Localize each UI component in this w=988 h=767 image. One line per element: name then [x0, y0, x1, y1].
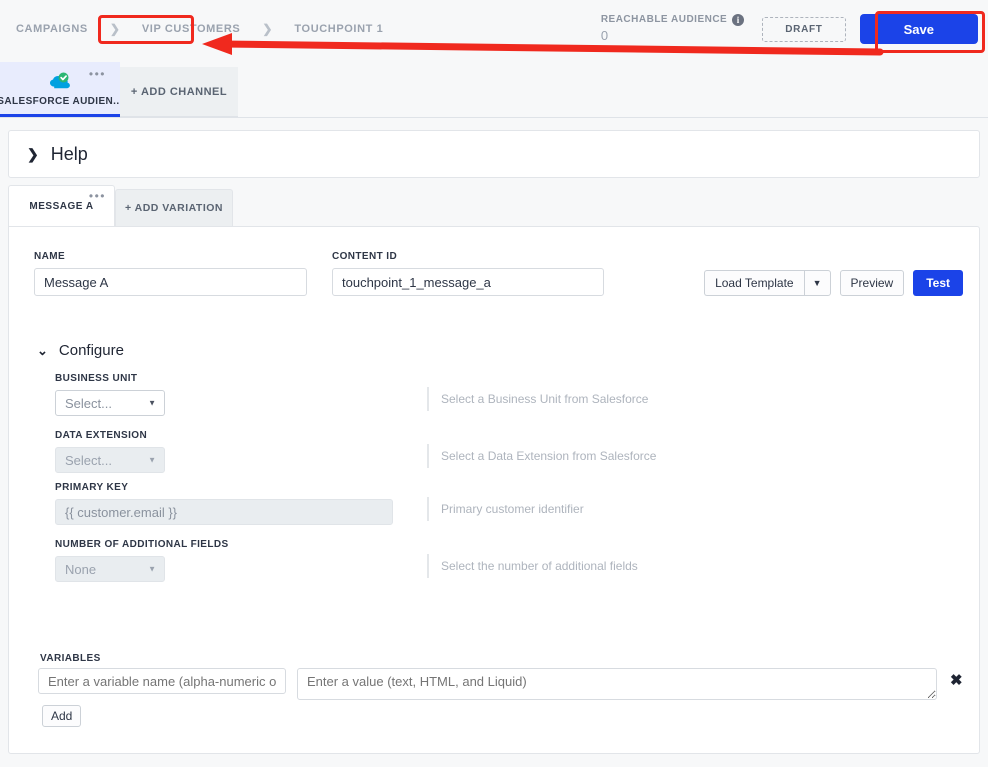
primary-key-field: PRIMARY KEY {{ customer.email }} — [55, 482, 393, 525]
variable-row: ✖ — [38, 668, 963, 700]
variables-label: VARIABLES — [40, 653, 101, 664]
breadcrumb-item-touchpoint-1[interactable]: TOUCHPOINT 1 — [286, 18, 391, 40]
additional-fields-value: None — [65, 561, 97, 577]
content-id-label: CONTENT ID — [332, 251, 398, 262]
breadcrumb: CAMPAIGNS ❯ VIP CUSTOMERS ❯ TOUCHPOINT 1 — [0, 0, 391, 58]
chevron-down-icon: ▼ — [148, 455, 156, 465]
variation-tab-bar: ••• MESSAGE A + ADD VARIATION — [8, 185, 980, 226]
channel-tab-label: SALESFORCE AUDIEN... — [0, 96, 123, 107]
add-channel-label: + ADD CHANNEL — [130, 85, 228, 98]
chevron-down-icon: ▼ — [148, 564, 156, 574]
tab-message-a-label: MESSAGE A — [29, 200, 94, 212]
data-extension-field: DATA EXTENSION Select... ▼ — [55, 430, 165, 473]
data-extension-select[interactable]: Select... ▼ — [55, 447, 165, 473]
primary-key-value: {{ customer.email }} — [65, 504, 178, 520]
primary-key-label: PRIMARY KEY — [55, 482, 129, 493]
save-button[interactable]: Save — [859, 14, 978, 44]
add-channel-button[interactable]: + ADD CHANNEL — [120, 67, 238, 117]
add-variation-label: + ADD VARIATION — [124, 202, 224, 214]
business-unit-label: BUSINESS UNIT — [55, 373, 138, 384]
data-extension-value: Select... — [65, 452, 112, 468]
breadcrumb-item-vip-customers[interactable]: VIP CUSTOMERS — [134, 18, 248, 40]
content-id-input[interactable] — [332, 268, 604, 296]
content-id-field-group: CONTENT ID — [332, 251, 604, 296]
name-label: NAME — [34, 251, 66, 262]
variable-value-input[interactable] — [297, 668, 937, 700]
name-input[interactable] — [34, 268, 307, 296]
reachable-audience-count: 0 — [600, 27, 609, 43]
channel-tab-salesforce-audience[interactable]: ••• SALESFORCE AUDIEN... — [0, 62, 123, 117]
additional-fields-label: NUMBER OF ADDITIONAL FIELDS — [55, 539, 229, 550]
breadcrumb-item-campaigns[interactable]: CAMPAIGNS — [8, 18, 96, 40]
remove-variable-icon[interactable]: ✖ — [948, 668, 963, 694]
data-extension-hint: Select a Data Extension from Salesforce — [427, 444, 656, 468]
chevron-right-icon: ❯ — [109, 22, 120, 36]
business-unit-select[interactable]: Select... ▼ — [55, 390, 165, 416]
data-extension-label: DATA EXTENSION — [55, 430, 148, 441]
name-field-group: NAME — [34, 251, 307, 296]
message-action-buttons: Load Template ▼ Preview Test — [704, 270, 963, 296]
variation-overflow-menu-icon[interactable]: ••• — [89, 190, 106, 202]
business-unit-field: BUSINESS UNIT Select... ▼ — [55, 373, 165, 416]
additional-fields-select[interactable]: None ▼ — [55, 556, 165, 582]
message-identity-row: NAME CONTENT ID — [34, 251, 604, 296]
chevron-down-icon: ⌄ — [37, 342, 48, 358]
chevron-right-icon: ❯ — [27, 145, 39, 162]
test-button[interactable]: Test — [913, 270, 963, 296]
load-template-split-button: Load Template ▼ — [704, 270, 831, 296]
load-template-dropdown-caret-icon[interactable]: ▼ — [803, 270, 831, 296]
primary-key-input[interactable]: {{ customer.email }} — [55, 499, 393, 525]
channel-overflow-menu-icon[interactable]: ••• — [89, 68, 106, 80]
top-bar-actions: REACHABLE AUDIENCE i 0 DRAFT Save — [601, 0, 988, 58]
reachable-audience-text: REACHABLE AUDIENCE — [600, 14, 728, 26]
message-editor-panel: NAME CONTENT ID Load Template ▼ Preview … — [8, 226, 980, 754]
salesforce-cloud-check-icon — [49, 72, 71, 90]
app-page: CAMPAIGNS ❯ VIP CUSTOMERS ❯ TOUCHPOINT 1… — [0, 0, 988, 767]
info-icon[interactable]: i — [732, 14, 745, 27]
add-variable-button[interactable]: Add — [42, 705, 82, 727]
variable-name-input[interactable] — [38, 668, 286, 694]
preview-button[interactable]: Preview — [839, 270, 905, 296]
add-variation-button[interactable]: + ADD VARIATION — [115, 189, 233, 226]
configure-title: Configure — [58, 342, 124, 359]
chevron-right-icon: ❯ — [262, 22, 273, 36]
channel-tab-bar: ••• SALESFORCE AUDIEN... + ADD CHANNEL — [0, 58, 988, 118]
load-template-button[interactable]: Load Template — [704, 270, 804, 296]
status-badge: DRAFT — [762, 16, 846, 42]
additional-fields-hint: Select the number of additional fields — [427, 554, 638, 578]
help-title: Help — [50, 143, 88, 164]
reachable-audience: REACHABLE AUDIENCE i 0 — [601, 14, 748, 44]
business-unit-value: Select... — [65, 395, 112, 411]
primary-key-hint: Primary customer identifier — [427, 497, 584, 521]
configure-section-header[interactable]: ⌄ Configure — [37, 342, 124, 359]
business-unit-hint: Select a Business Unit from Salesforce — [427, 387, 648, 411]
reachable-audience-label: REACHABLE AUDIENCE i — [600, 14, 745, 27]
tab-message-a[interactable]: ••• MESSAGE A — [8, 185, 115, 226]
help-section[interactable]: ❯ Help — [8, 130, 980, 178]
chevron-down-icon: ▼ — [148, 398, 156, 408]
top-bar: CAMPAIGNS ❯ VIP CUSTOMERS ❯ TOUCHPOINT 1… — [0, 0, 988, 58]
additional-fields-field: NUMBER OF ADDITIONAL FIELDS None ▼ — [55, 539, 229, 582]
